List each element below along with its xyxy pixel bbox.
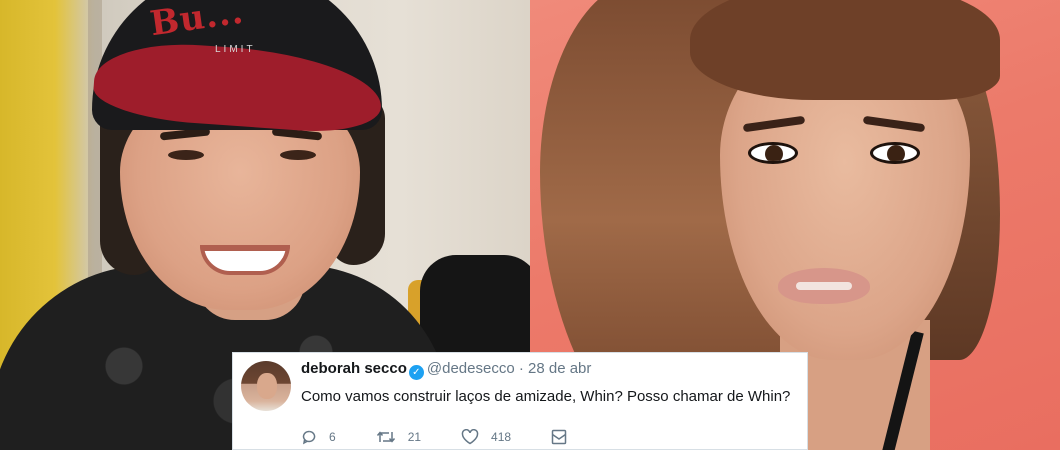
author-name[interactable]: deborah secco <box>301 360 407 377</box>
reply-button[interactable]: 6 <box>301 429 336 445</box>
tweet-text: Como vamos construir laços de amizade, W… <box>301 388 791 405</box>
avatar[interactable] <box>241 361 291 411</box>
like-count: 418 <box>491 430 512 444</box>
like-icon <box>461 429 479 445</box>
verified-icon: ✓ <box>408 365 424 380</box>
eye-left <box>748 142 798 164</box>
like-button[interactable]: 418 <box>461 429 511 445</box>
cap-logo-subtext: LIMIT <box>215 44 256 55</box>
reply-icon <box>302 430 316 445</box>
eye-left <box>168 150 204 160</box>
retweet-count: 21 <box>407 430 422 444</box>
direct-message-icon <box>551 429 567 445</box>
avatar-face <box>257 373 277 399</box>
reply-count: 6 <box>329 430 336 444</box>
eye-right <box>280 150 316 160</box>
retweet-icon <box>376 431 395 443</box>
tweet-date[interactable]: 28 de abr <box>528 360 591 377</box>
eye-right <box>870 142 920 164</box>
tweet-header: deborah secco ✓ @dedesecco · 28 de abr <box>301 359 591 380</box>
lips <box>778 268 870 304</box>
tweet-card[interactable]: deborah secco ✓ @dedesecco · 28 de abr Com… <box>232 352 808 450</box>
direct-message-button[interactable] <box>551 429 579 445</box>
tweet-actions: 6 21 418 <box>301 427 579 447</box>
hair-top <box>690 0 1000 100</box>
author-handle[interactable]: @dedesecco <box>427 360 515 377</box>
separator-dot: · <box>518 360 524 377</box>
retweet-button[interactable]: 21 <box>376 429 421 445</box>
